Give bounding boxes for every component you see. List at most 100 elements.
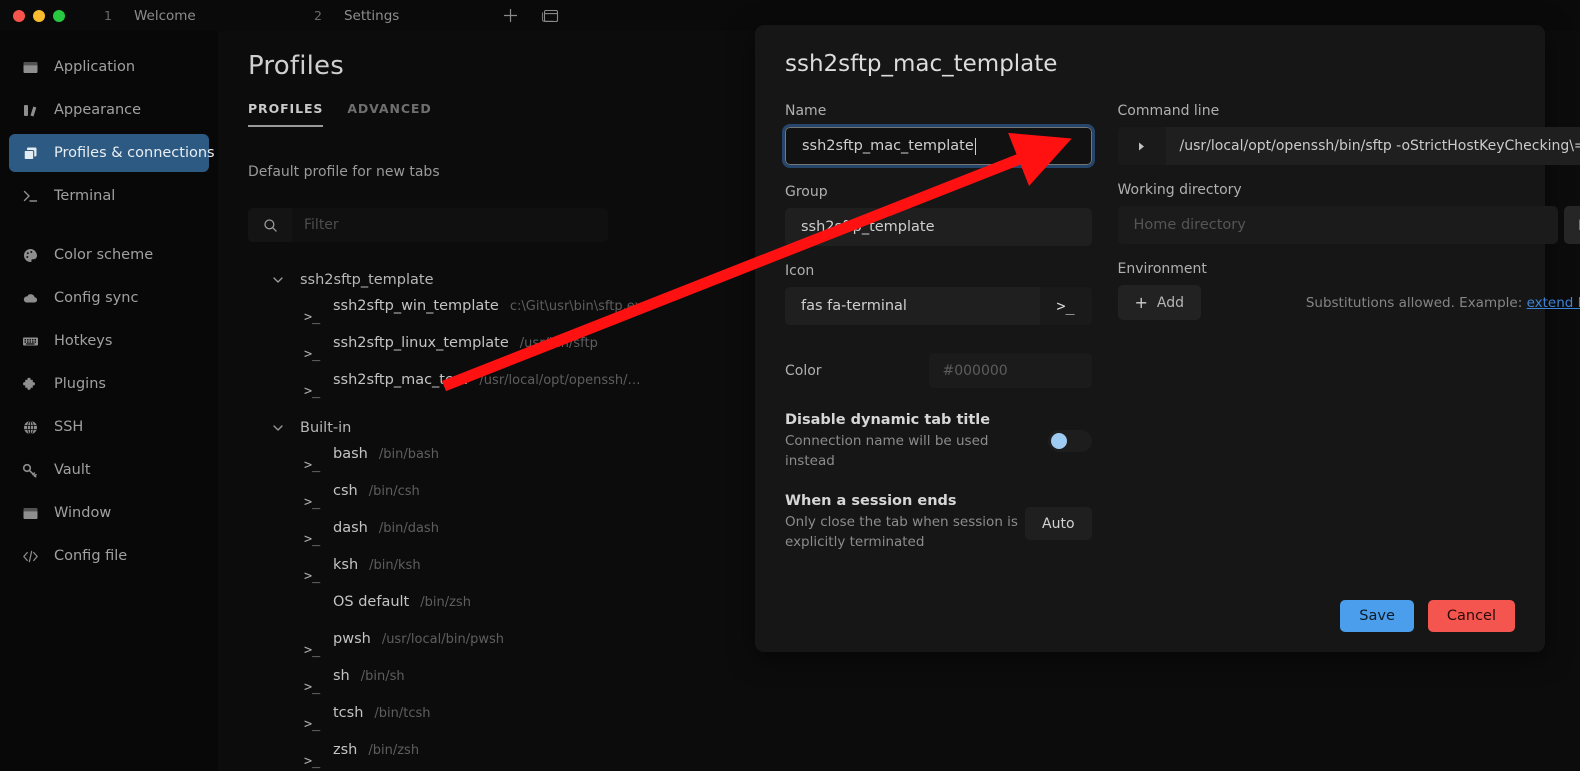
sidebar-item-hotkeys[interactable]: Hotkeys — [9, 322, 209, 360]
profile-path: /bin/csh — [368, 484, 420, 499]
plus-icon — [502, 7, 519, 24]
maximize-window-button[interactable] — [53, 9, 65, 22]
sidebar-item-ssh[interactable]: SSH — [9, 408, 209, 446]
icon-input-group[interactable]: fas fa-terminal >_ — [785, 287, 1092, 325]
name-input[interactable]: ssh2sftp_mac_template — [782, 124, 1095, 168]
add-environment-button[interactable]: + Add — [1117, 285, 1202, 320]
profile-name: ssh2sftp_mac_te… — [333, 372, 469, 388]
group-input[interactable]: ssh2sftp_template — [785, 208, 1092, 246]
sidebar-item-profiles-and-connections[interactable]: Profiles & connections — [9, 134, 215, 172]
sidebar-item-label: Config file — [54, 548, 128, 564]
terminal-prompt-icon: >_ — [304, 641, 321, 658]
tab-advanced[interactable]: ADVANCED — [347, 101, 431, 127]
dialog-right-column: Command line /usr/local/opt/openssh/bin/… — [1117, 103, 1580, 574]
profile-row-tcsh[interactable]: >_ tcsh /bin/tcsh — [248, 705, 1580, 742]
toggle-panel-button[interactable] — [530, 0, 570, 31]
color-palette-icon — [21, 246, 40, 265]
profile-name: zsh — [333, 742, 358, 758]
name-label: Name — [785, 103, 827, 119]
cloud-icon — [21, 289, 40, 308]
text-caret — [974, 137, 976, 155]
new-tab-button[interactable] — [490, 0, 530, 31]
terminal-prompt-icon: >_ — [304, 308, 321, 325]
tree-group-label: Built-in — [300, 419, 352, 436]
sidebar-item-label: Window — [54, 505, 112, 521]
profile-path: /bin/zsh — [368, 743, 420, 758]
tab-settings[interactable]: 2 Settings — [290, 0, 490, 31]
sidebar-item-window[interactable]: Window — [9, 494, 209, 532]
profile-row-zsh[interactable]: >_ zsh /bin/zsh — [248, 742, 1580, 771]
sidebar-item-label: Appearance — [54, 102, 142, 118]
appearance-palette-icon — [21, 101, 40, 120]
sidebar-item-label: Hotkeys — [54, 333, 113, 349]
terminal-prompt-icon: >_ — [1039, 287, 1092, 325]
tree-group-label: ssh2sftp_template — [300, 271, 434, 288]
icon-label: Icon — [785, 263, 815, 279]
settings-sidebar: Application Appearance Profiles & connec… — [0, 31, 218, 771]
cancel-button[interactable]: Cancel — [1427, 600, 1515, 632]
edit-profile-dialog: ssh2sftp_mac_template Name ssh2sftp_mac_… — [755, 25, 1580, 652]
tab-settings-index: 2 — [314, 8, 322, 23]
terminal-prompt-icon: >_ — [304, 493, 321, 510]
disable-dynamic-tab-title-text: Disable dynamic tab title Connection nam… — [785, 412, 1025, 471]
search-icon — [248, 208, 292, 242]
profile-name: dash — [333, 520, 368, 536]
disable-dynamic-tab-title-desc: Connection name will be used instead — [785, 433, 989, 469]
folder-open-icon[interactable] — [1563, 206, 1580, 244]
terminal-prompt-icon: >_ — [304, 752, 321, 769]
profile-path: /bin/dash — [378, 521, 439, 536]
command-line-field[interactable]: /usr/local/opt/openssh/bin/sftp -oStrict… — [1117, 127, 1580, 165]
filter-input[interactable] — [292, 217, 608, 233]
substitutions-note: Substitutions allowed. Example: extend P… — [1306, 295, 1580, 311]
profile-path: /usr/local/bin/pwsh — [381, 632, 504, 647]
dialog-left-column: Name ssh2sftp_mac_template Group ssh2sft… — [782, 103, 1095, 574]
save-button[interactable]: Save — [1340, 600, 1414, 632]
profile-name: ssh2sftp_win_template — [333, 298, 499, 314]
minimize-window-button[interactable] — [33, 9, 45, 22]
sidebar-item-plugins[interactable]: Plugins — [9, 365, 209, 403]
session-ends-label: When a session ends — [785, 493, 957, 510]
color-input[interactable]: #000000 — [928, 353, 1092, 388]
sidebar-item-label: Plugins — [54, 376, 106, 392]
terminal-prompt-icon: >_ — [304, 567, 321, 584]
disable-dynamic-tab-title-toggle[interactable] — [1047, 430, 1092, 452]
sidebar-item-application[interactable]: Application — [9, 48, 209, 86]
sidebar-item-terminal[interactable]: Terminal — [9, 177, 209, 215]
session-ends-row: When a session ends Only close the tab w… — [785, 493, 1092, 552]
extend-path-link[interactable]: extend PATH — [1527, 295, 1580, 311]
tab-strip: 1 Welcome 2 Settings — [90, 0, 570, 31]
tab-welcome[interactable]: 1 Welcome — [90, 0, 290, 31]
working-directory-input[interactable]: Home directory — [1117, 206, 1558, 244]
filter-box[interactable] — [248, 208, 608, 242]
name-input-value: ssh2sftp_mac_template — [802, 138, 974, 154]
color-label: Color — [785, 362, 822, 379]
chevron-down-icon — [270, 420, 286, 436]
profile-name: pwsh — [333, 631, 371, 647]
command-line-value: /usr/local/opt/openssh/bin/sftp -oStrict… — [1179, 138, 1580, 154]
window-panel-icon — [541, 7, 559, 24]
sidebar-item-label: Application — [54, 59, 136, 75]
tab-profiles[interactable]: PROFILES — [248, 101, 324, 127]
close-window-button[interactable] — [13, 9, 25, 22]
keyboard-icon — [21, 332, 40, 351]
substitutions-note-text: Substitutions allowed. Example: — [1305, 294, 1527, 311]
profile-name: sh — [333, 668, 350, 684]
color-row: Color #000000 — [785, 353, 1092, 388]
sidebar-item-config-sync[interactable]: Config sync — [9, 279, 209, 317]
sidebar-item-appearance[interactable]: Appearance — [9, 91, 209, 129]
profile-row-sh[interactable]: >_ sh /bin/sh — [248, 668, 1580, 705]
tab-welcome-index: 1 — [104, 8, 112, 23]
environment-row: + Add Substitutions allowed. Example: ex… — [1117, 285, 1580, 320]
session-ends-select[interactable]: Auto — [1025, 507, 1092, 541]
sidebar-item-color-scheme[interactable]: Color scheme — [9, 236, 209, 274]
key-icon — [21, 461, 40, 480]
sidebar-item-vault[interactable]: Vault — [9, 451, 209, 489]
triangle-right-icon[interactable] — [1117, 127, 1166, 165]
toggle-knob — [1050, 433, 1067, 449]
profile-path: /bin/zsh — [420, 595, 471, 610]
dialog-title: ssh2sftp_mac_template — [785, 51, 1058, 77]
sidebar-item-config-file[interactable]: Config file — [9, 537, 209, 575]
disable-dynamic-tab-title-row: Disable dynamic tab title Connection nam… — [785, 412, 1092, 471]
app-window: 1 Welcome 2 Settings Application Appeara… — [0, 0, 1580, 771]
session-ends-desc: Only close the tab when session is expli… — [785, 514, 1018, 550]
